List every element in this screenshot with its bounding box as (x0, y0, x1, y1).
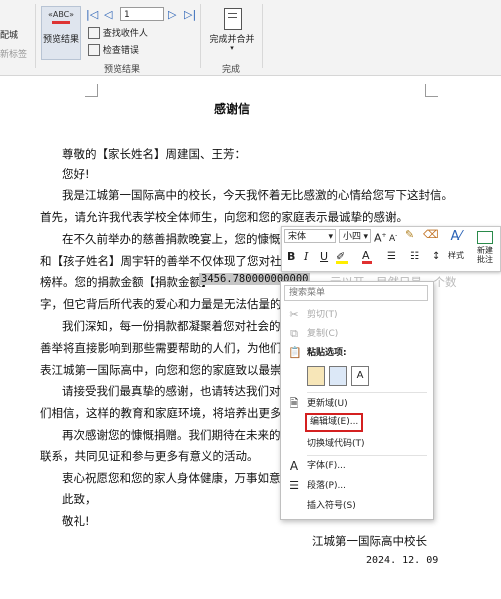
copy-icon: ⧉ (290, 327, 298, 340)
preview-results-button[interactable]: «ABC» 预览结果 (41, 6, 81, 60)
ribbon-separator (262, 4, 263, 68)
context-menu: 搜索菜单 ✂ 剪切(T) ⧉ 复制(C) 📋 粘贴选项: A 🗎 更新域(U) … (280, 281, 434, 520)
finish-merge-button[interactable]: 完成并合并 ▾ (208, 6, 256, 56)
menu-item-edit-field[interactable]: 编辑域(E)... (281, 413, 433, 433)
find-recipient-icon (88, 26, 100, 39)
menu-item-paste-options: 📋 粘贴选项: (288, 346, 347, 359)
doc-line: 请接受我们最真挚的感谢，也请转达我们对 (62, 384, 281, 398)
margin-corner-left (85, 84, 98, 97)
doc-line: 榜样。您的捐款金额【捐款金额】 (40, 275, 213, 289)
doc-line: 再次感谢您的慷慨捐赠。我们期待在未来的日 (62, 428, 292, 442)
menu-item-paragraph[interactable]: ☰ 段落(P)... (281, 477, 433, 495)
chevron-down-icon: ▾ (230, 44, 234, 52)
finish-merge-icon (224, 8, 242, 30)
new-comment-label: 新建批注 (477, 246, 493, 264)
ribbon-separator (200, 4, 201, 68)
doc-line: 您好! (62, 167, 90, 181)
preview-results-label: 预览结果 (42, 35, 79, 45)
letter-date: 2024. 12. 09 (366, 555, 439, 566)
find-recipient-button[interactable]: 查找收件人 (88, 26, 148, 40)
preview-group-label: 预览结果 (104, 65, 141, 75)
format-painter-icon[interactable]: ✎ (405, 228, 414, 242)
doc-line: 们相信，这样的教育和家庭环境，将培养出更多有 (40, 406, 293, 420)
font-size-select[interactable]: 小四 ▾ (339, 229, 371, 243)
record-number-input[interactable]: 1 (120, 7, 164, 21)
doc-line: 首先，请允许我代表学校全体师生，向您和您的家庭表示最诚挚的感谢。 (40, 210, 408, 224)
chevron-down-icon: ▾ (363, 232, 368, 242)
italic-button[interactable]: I (304, 250, 308, 264)
update-field-icon: 🗎 (289, 397, 299, 410)
menu-item-update-field[interactable]: 🗎 更新域(U) (281, 395, 433, 413)
underline-button[interactable]: U (320, 250, 328, 264)
bold-button[interactable]: B (287, 250, 295, 264)
highlight-icon[interactable]: ✐ (336, 250, 348, 264)
previous-record-icon[interactable]: ◁ (104, 8, 112, 21)
find-recipient-label: 查找收件人 (102, 29, 148, 39)
doc-line: 善举将直接影响到那些需要帮助的人们，为他们带 (40, 341, 293, 355)
ribbon-separator (35, 4, 36, 68)
font-icon: A (289, 459, 299, 473)
menu-search-input[interactable]: 搜索菜单 (284, 285, 428, 301)
doc-line: 和【孩子姓名】周宇轩的善举不仅体现了您对社会的 (40, 254, 305, 268)
styles-icon: A⁄ (450, 229, 462, 244)
check-errors-label: 检查错误 (102, 46, 139, 56)
menu-item-cut[interactable]: ✂ 剪切(T) (281, 306, 433, 324)
doc-line: 此致， (62, 492, 97, 506)
mini-format-toolbar: 宋体 ▾ 小四 ▾ A+ A- ✎ ⌫ B I U ✐ A ☰ ☷ ↕ A⁄ 样式 … (281, 226, 501, 272)
font-name-select[interactable]: 宋体 ▾ (284, 229, 336, 243)
comment-icon (477, 231, 493, 244)
shrink-font-icon[interactable]: A- (389, 229, 397, 246)
font-color-icon[interactable]: A (362, 249, 372, 264)
chevron-down-icon: ▾ (328, 232, 333, 242)
new-comment-button[interactable]: 新建批注 (472, 229, 498, 269)
doc-line: 衷心祝愿您和您的家人身体健康，万事如意。 (62, 471, 292, 485)
menu-item-toggle-field-codes[interactable]: 切换域代码(T) (281, 435, 433, 453)
check-errors-icon (88, 43, 100, 56)
styles-button[interactable]: A⁄ 样式 (445, 229, 467, 269)
paste-keep-source-icon[interactable] (307, 366, 325, 386)
grow-font-icon[interactable]: A+ (374, 229, 387, 246)
ribbon-partial-button-top[interactable]: 配城 (0, 28, 34, 41)
margin-corner-right (425, 84, 438, 97)
menu-item-insert-symbol[interactable]: 插入符号(S) (281, 497, 433, 515)
numbering-icon[interactable]: ☷ (410, 250, 419, 264)
doc-line: 表江城第一国际高中，向您和您的家庭致以最崇高 (40, 363, 293, 377)
paste-text-only-icon[interactable]: A (351, 366, 369, 386)
doc-line: 在不久前举办的慈善捐款晚宴上，您的慷慨解 (62, 232, 292, 246)
bullets-icon[interactable]: ☰ (387, 250, 396, 264)
doc-line: 联系，共同见证和参与更多有意义的活动。 (40, 449, 259, 463)
scissors-icon: ✂ (289, 308, 299, 321)
doc-line: 字，但它背后所代表的爱心和力量是无法估量的。 (40, 297, 293, 311)
doc-line: 我们深知，每一份捐款都凝聚着您对社会的关 (62, 319, 292, 333)
ribbon: 配城 新标签 «ABC» 预览结果 |◁ ◁ 1 ▷ ▷| 查找收件人 检查错误… (0, 0, 501, 76)
menu-separator (307, 392, 427, 393)
menu-item-font[interactable]: A 字体(F)... (281, 457, 433, 475)
styles-label: 样式 (448, 251, 464, 260)
last-record-icon[interactable]: ▷| (184, 8, 196, 21)
clear-format-icon[interactable]: ⌫ (423, 228, 439, 242)
paste-merge-format-icon[interactable] (329, 366, 347, 386)
first-record-icon[interactable]: |◁ (86, 8, 98, 21)
signature: 江城第一国际高中校长 (312, 534, 427, 548)
check-errors-button[interactable]: 检查错误 (88, 43, 139, 57)
ribbon-partial-button-bottom[interactable]: 新标签 (0, 47, 34, 60)
abc-preview-icon: «ABC» (46, 10, 76, 24)
line-spacing-icon[interactable]: ↕ (432, 250, 440, 264)
menu-separator (307, 455, 427, 456)
clipboard-icon: 📋 (288, 346, 302, 359)
letter-title: 感谢信 (214, 102, 251, 116)
menu-item-copy[interactable]: ⧉ 复制(C) (281, 325, 433, 343)
paragraph-icon: ☰ (289, 479, 299, 492)
doc-line: 敬礼! (62, 514, 90, 528)
next-record-icon[interactable]: ▷ (168, 8, 176, 21)
doc-line-salutation: 尊敬的【家长姓名】周建国、王芳： (62, 147, 246, 161)
finish-group-label: 完成 (222, 65, 241, 75)
doc-line: 我是江城第一国际高中的校长，今天我怀着无比感激的心情给您写下这封信。 (62, 188, 453, 202)
